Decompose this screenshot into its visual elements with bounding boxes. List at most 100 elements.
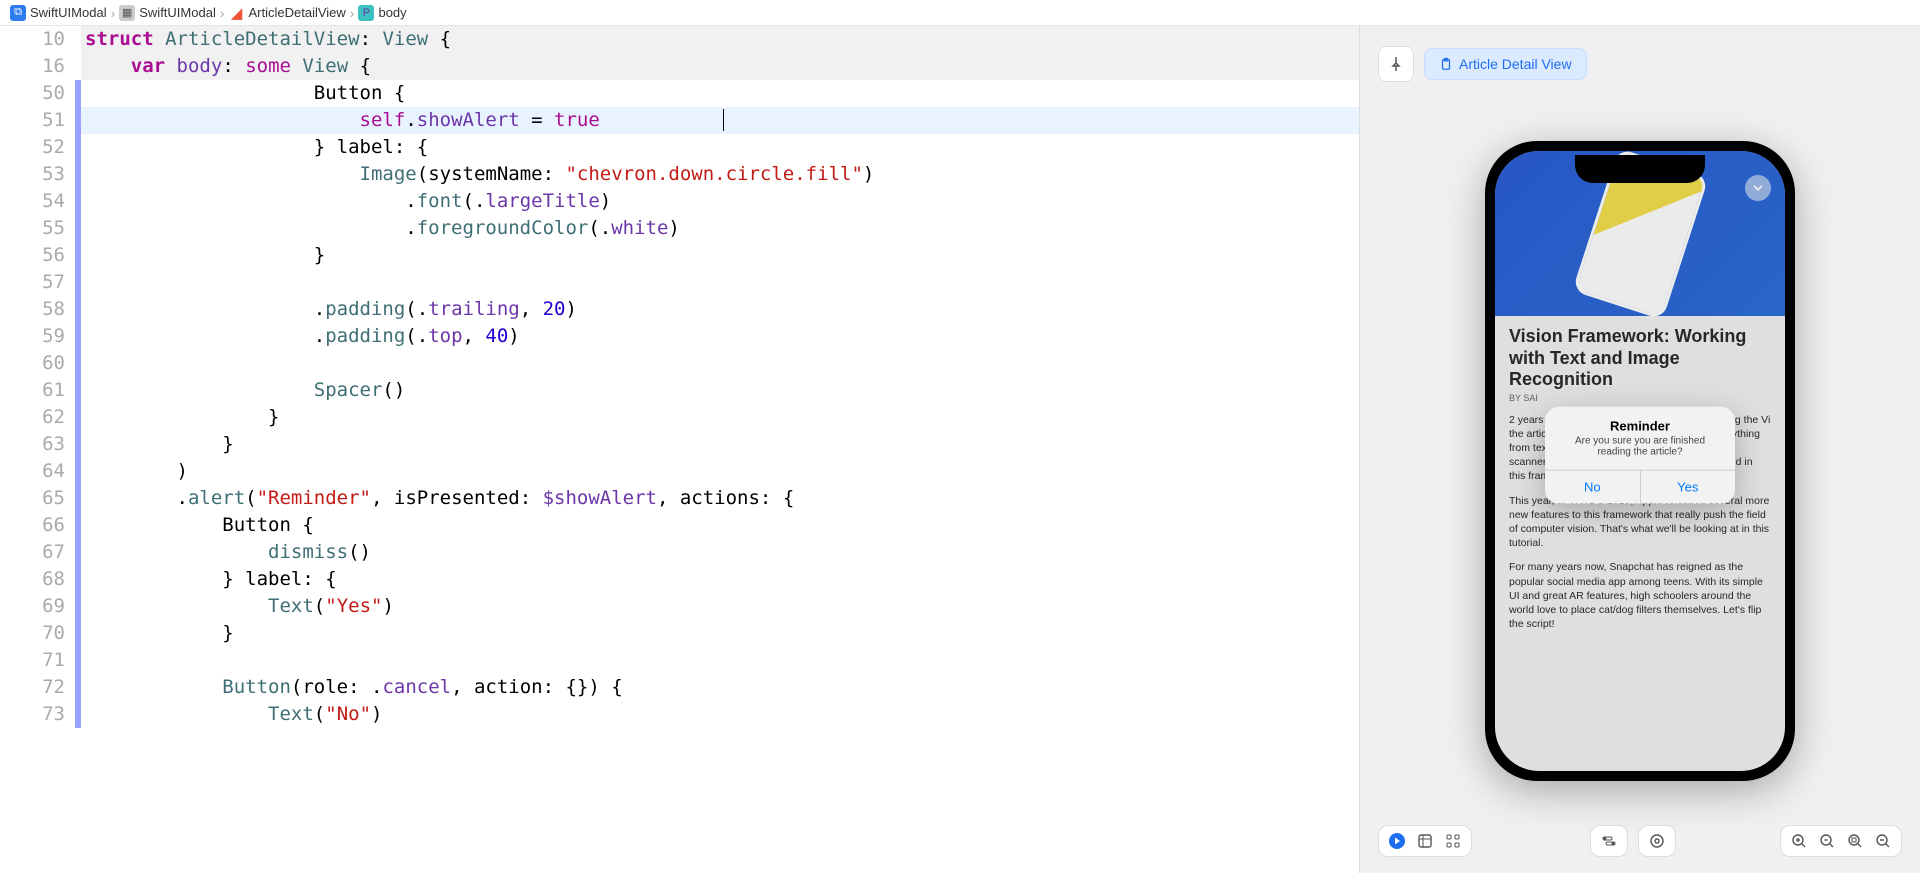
- code-line[interactable]: [81, 647, 1359, 674]
- pin-icon: [1388, 56, 1404, 72]
- code-line[interactable]: [81, 269, 1359, 296]
- alert-yes-button[interactable]: Yes: [1641, 471, 1736, 504]
- line-number: 72: [0, 674, 65, 701]
- line-number: 58: [0, 296, 65, 323]
- preview-zoom-controls: [1780, 825, 1902, 857]
- line-number: 57: [0, 269, 65, 296]
- code-line[interactable]: Image(systemName: "chevron.down.circle.f…: [81, 161, 1359, 188]
- code-line[interactable]: }: [81, 431, 1359, 458]
- article-title: Vision Framework: Working with Text and …: [1509, 326, 1771, 391]
- alert-message: Are you sure you are finished reading th…: [1545, 436, 1735, 470]
- preview-controls-settings: [1638, 825, 1676, 857]
- variants-button[interactable]: [1443, 831, 1463, 851]
- line-number: 63: [0, 431, 65, 458]
- line-number: 61: [0, 377, 65, 404]
- line-number: 56: [0, 242, 65, 269]
- line-number: 16: [0, 53, 65, 80]
- code-line[interactable]: }: [81, 620, 1359, 647]
- alert-no-button[interactable]: No: [1545, 471, 1641, 504]
- code-line[interactable]: .alert("Reminder", isPresented: $showAle…: [81, 485, 1359, 512]
- line-number: 54: [0, 188, 65, 215]
- code-line[interactable]: } label: {: [81, 134, 1359, 161]
- code-line[interactable]: ): [81, 458, 1359, 485]
- line-number: 68: [0, 566, 65, 593]
- code-line[interactable]: } label: {: [81, 566, 1359, 593]
- breadcrumb-label: SwiftUIModal: [30, 5, 107, 20]
- device-screen[interactable]: Vision Framework: Working with Text and …: [1495, 151, 1785, 771]
- breadcrumb-item[interactable]: ◢ ArticleDetailView: [229, 5, 346, 21]
- article-byline: BY SAI: [1509, 393, 1771, 403]
- pin-button[interactable]: [1378, 46, 1414, 82]
- code-line[interactable]: var body: some View {: [81, 53, 1359, 80]
- breadcrumb-item[interactable]: ▦ SwiftUIModal: [119, 5, 216, 21]
- zoom-in-button[interactable]: [1789, 831, 1809, 851]
- swift-icon: ◢: [229, 5, 245, 21]
- article-paragraph: For many years now, Snapchat has reigned…: [1509, 560, 1771, 631]
- breadcrumb-item[interactable]: P body: [358, 5, 406, 21]
- line-number: 59: [0, 323, 65, 350]
- line-number: 69: [0, 593, 65, 620]
- zoom-fit-button[interactable]: [1845, 831, 1865, 851]
- code-line[interactable]: Text("No"): [81, 701, 1359, 728]
- preview-controls-orientation: [1590, 825, 1628, 857]
- line-number: 64: [0, 458, 65, 485]
- code-line[interactable]: .font(.largeTitle): [81, 188, 1359, 215]
- alert-dialog: Reminder Are you sure you are finished r…: [1545, 407, 1735, 504]
- line-number: 55: [0, 215, 65, 242]
- preview-label-button[interactable]: Article Detail View: [1424, 48, 1587, 80]
- play-button[interactable]: [1387, 831, 1407, 851]
- code-line[interactable]: Button(role: .cancel, action: {}) {: [81, 674, 1359, 701]
- close-button[interactable]: [1745, 175, 1771, 201]
- device-frame: Vision Framework: Working with Text and …: [1485, 141, 1795, 781]
- line-number: 53: [0, 161, 65, 188]
- code-line[interactable]: Button {: [81, 80, 1359, 107]
- line-number: 73: [0, 701, 65, 728]
- code-line[interactable]: .padding(.trailing, 20): [81, 296, 1359, 323]
- code-line[interactable]: .foregroundColor(.white): [81, 215, 1359, 242]
- clipboard-icon: [1439, 57, 1453, 71]
- line-number: 70: [0, 620, 65, 647]
- preview-controls-left: [1378, 825, 1472, 857]
- device-settings-button[interactable]: [1599, 831, 1619, 851]
- code-line[interactable]: }: [81, 404, 1359, 431]
- line-number: 71: [0, 647, 65, 674]
- code-line[interactable]: .padding(.top, 40): [81, 323, 1359, 350]
- zoom-actual-button[interactable]: [1817, 831, 1837, 851]
- zoom-out-button[interactable]: [1873, 831, 1893, 851]
- breadcrumb: ⧉ SwiftUIModal › ▦ SwiftUIModal › ◢ Arti…: [0, 0, 1920, 26]
- preview-canvas: Article Detail View Vision Framework: Wo…: [1360, 26, 1920, 873]
- code-line[interactable]: }: [81, 242, 1359, 269]
- breadcrumb-label: ArticleDetailView: [249, 5, 346, 20]
- line-number: 51: [0, 107, 65, 134]
- chevron-down-icon: [1751, 181, 1765, 195]
- code-line[interactable]: self.showAlert = true: [81, 107, 1359, 134]
- line-number: 66: [0, 512, 65, 539]
- code-line[interactable]: [81, 350, 1359, 377]
- chevron-right-icon: ›: [111, 5, 116, 21]
- breadcrumb-label: body: [378, 5, 406, 20]
- line-number: 62: [0, 404, 65, 431]
- folder-icon: ▦: [119, 5, 135, 21]
- chevron-right-icon: ›: [350, 5, 355, 21]
- app-icon: ⧉: [10, 5, 26, 21]
- code-line[interactable]: Spacer(): [81, 377, 1359, 404]
- code-line[interactable]: Button {: [81, 512, 1359, 539]
- hero-image: [1495, 151, 1785, 316]
- breadcrumb-item[interactable]: ⧉ SwiftUIModal: [10, 5, 107, 21]
- code-line[interactable]: dismiss(): [81, 539, 1359, 566]
- preview-settings-button[interactable]: [1647, 831, 1667, 851]
- code-line[interactable]: Text("Yes"): [81, 593, 1359, 620]
- preview-label-text: Article Detail View: [1459, 56, 1572, 72]
- breadcrumb-label: SwiftUIModal: [139, 5, 216, 20]
- line-number: 65: [0, 485, 65, 512]
- line-number: 50: [0, 80, 65, 107]
- property-icon: P: [358, 5, 374, 21]
- line-number: 10: [0, 26, 65, 53]
- code-editor[interactable]: 1016505152535455565758596061626364656667…: [0, 26, 1359, 873]
- alert-title: Reminder: [1545, 407, 1735, 436]
- selectable-button[interactable]: [1415, 831, 1435, 851]
- line-number: 67: [0, 539, 65, 566]
- code-line[interactable]: struct ArticleDetailView: View {: [81, 26, 1359, 53]
- line-number: 52: [0, 134, 65, 161]
- line-number: 60: [0, 350, 65, 377]
